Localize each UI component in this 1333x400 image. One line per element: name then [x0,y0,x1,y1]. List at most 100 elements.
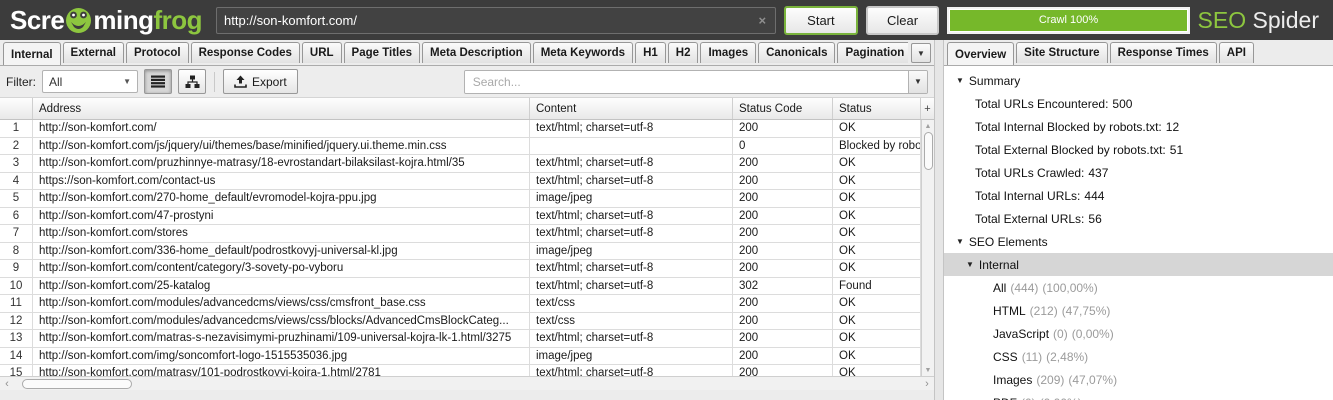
address-cell: http://son-komfort.com/stores [33,225,530,243]
tree-label: Total External Blocked by robots.txt: [975,143,1166,157]
content-cell: text/html; charset=utf-8 [530,155,733,173]
tab-external[interactable]: External [63,42,124,63]
horizontal-scrollbar-thumb[interactable] [22,379,132,389]
tab-overview[interactable]: Overview [947,42,1014,65]
tree-value: 51 [1170,143,1183,157]
frog-icon [65,7,92,34]
tab-overflow-button[interactable]: ▼ [911,43,931,63]
url-input[interactable] [224,13,756,28]
tree-group-summary[interactable]: ▼Summary [944,69,1333,92]
tree-percentage: (0,00%) [1040,396,1082,400]
horizontal-scrollbar[interactable]: ‹ › [0,376,934,390]
table-row[interactable]: 11http://son-komfort.com/modules/advance… [0,295,921,313]
tree-item-total-internal-urls[interactable]: Total Internal URLs:444 [944,184,1333,207]
content-cell: text/html; charset=utf-8 [530,225,733,243]
bottom-strip [0,390,934,398]
tab-api[interactable]: API [1219,42,1254,63]
table-row[interactable]: 14http://son-komfort.com/img/soncomfort-… [0,348,921,366]
column-header-address[interactable]: Address [33,98,530,119]
tree-item-total-external-blocked-by-robots-txt[interactable]: Total External Blocked by robots.txt: 51 [944,138,1333,161]
tab-internal[interactable]: Internal [3,42,61,65]
table-row[interactable]: 12http://son-komfort.com/modules/advance… [0,313,921,331]
logo-text-pre: Scre [10,5,64,36]
status-cell: OK [833,260,921,278]
table-row[interactable]: 5http://son-komfort.com/270-home_default… [0,190,921,208]
table-row[interactable]: 7http://son-komfort.com/storestext/html;… [0,225,921,243]
row-number-cell: 2 [0,138,33,156]
search-input[interactable] [465,71,908,93]
table-row[interactable]: 1http://son-komfort.com/text/html; chars… [0,120,921,138]
content-cell [530,138,733,156]
tab-canonicals[interactable]: Canonicals [758,42,835,63]
clear-url-icon[interactable]: × [756,13,768,28]
tab-label: Response Times [1118,47,1209,59]
tab-site-structure[interactable]: Site Structure [1016,42,1107,63]
status-cell: OK [833,120,921,138]
tree-item-html[interactable]: HTML(212)(47,75%) [944,299,1333,322]
tree-item-total-internal-blocked-by-robots-txt[interactable]: Total Internal Blocked by robots.txt:12 [944,115,1333,138]
row-number-cell: 10 [0,278,33,296]
tree-item-images[interactable]: Images(209)(47,07%) [944,368,1333,391]
table-row[interactable]: 6http://son-komfort.com/47-prostynitext/… [0,208,921,226]
table-row[interactable]: 9http://son-komfort.com/content/category… [0,260,921,278]
tab-page-titles[interactable]: Page Titles [344,42,421,63]
tab-label: Response Codes [199,47,292,59]
search-dropdown-button[interactable]: ▼ [908,71,927,93]
add-column-button[interactable]: + [921,98,934,119]
tree-label: CSS [993,350,1018,364]
table-header: Address Content Status Code Status + [0,98,934,120]
column-header-status[interactable]: Status [833,98,921,119]
address-cell: http://son-komfort.com/matras-s-nezavisi… [33,330,530,348]
scroll-left-icon[interactable]: ‹ [0,378,14,390]
tab-response-times[interactable]: Response Times [1110,42,1217,63]
address-cell: http://son-komfort.com/270-home_default/… [33,190,530,208]
list-view-button[interactable] [144,69,172,94]
tab-h2[interactable]: H2 [668,42,699,63]
scroll-right-icon[interactable]: › [920,378,934,390]
tab-meta-keywords[interactable]: Meta Keywords [533,42,633,63]
status-code-cell: 200 [733,243,833,261]
address-cell: http://son-komfort.com/modules/advancedc… [33,295,530,313]
table-row[interactable]: 15http://son-komfort.com/matrasy/101-pod… [0,365,921,376]
tree-item-total-external-urls[interactable]: Total External URLs:56 [944,207,1333,230]
table-row[interactable]: 13http://son-komfort.com/matras-s-nezavi… [0,330,921,348]
scroll-down-icon[interactable]: ▼ [925,364,932,376]
tree-item-total-urls-encountered[interactable]: Total URLs Encountered:500 [944,92,1333,115]
address-cell: http://son-komfort.com/336-home_default/… [33,243,530,261]
status-code-cell: 200 [733,190,833,208]
column-header-status-code[interactable]: Status Code [733,98,833,119]
row-number-cell: 7 [0,225,33,243]
start-button[interactable]: Start [784,6,858,35]
export-button[interactable]: Export [223,69,298,94]
table-row[interactable]: 10http://son-komfort.com/25-katalogtext/… [0,278,921,296]
tab-meta-description[interactable]: Meta Description [422,42,531,63]
table-row[interactable]: 4https://son-komfort.com/contact-ustext/… [0,173,921,191]
tab-images[interactable]: Images [700,42,756,63]
filter-dropdown[interactable]: All ▼ [42,70,138,93]
tree-item-javascript[interactable]: JavaScript(0)(0,00%) [944,322,1333,345]
clear-button[interactable]: Clear [866,6,940,35]
tab-h1[interactable]: H1 [635,42,666,63]
logo-text-frog: frog [154,5,203,36]
vertical-scrollbar-thumb[interactable] [924,132,933,170]
table-row[interactable]: 8http://son-komfort.com/336-home_default… [0,243,921,261]
tab-pagination[interactable]: Pagination [837,42,908,63]
tab-url[interactable]: URL [302,42,342,63]
tree-view-button[interactable] [178,69,206,94]
table-row[interactable]: 3http://son-komfort.com/pruzhinnye-matra… [0,155,921,173]
tree-item-total-urls-crawled[interactable]: Total URLs Crawled:437 [944,161,1333,184]
row-number-cell: 13 [0,330,33,348]
scroll-up-icon[interactable]: ▲ [925,120,932,132]
tree-group-seo-elements[interactable]: ▼SEO Elements [944,230,1333,253]
crawl-panel: InternalExternalProtocol Response Codes UR… [0,40,934,400]
table-row[interactable]: 2http://son-komfort.com/js/jquery/ui/the… [0,138,921,156]
tree-group-internal[interactable]: ▼Internal [944,253,1333,276]
tree-item-all[interactable]: All(444)(100,00%) [944,276,1333,299]
panel-splitter[interactable] [934,40,944,400]
column-header-content[interactable]: Content [530,98,733,119]
tree-item-pdf[interactable]: PDF(0)(0,00%) [944,391,1333,400]
tab-protocol[interactable]: Protocol [126,42,189,63]
vertical-scrollbar[interactable]: ▲ ▼ [921,120,934,376]
tree-item-css[interactable]: CSS(11)(2,48%) [944,345,1333,368]
tab-response-codes[interactable]: Response Codes [191,42,300,63]
